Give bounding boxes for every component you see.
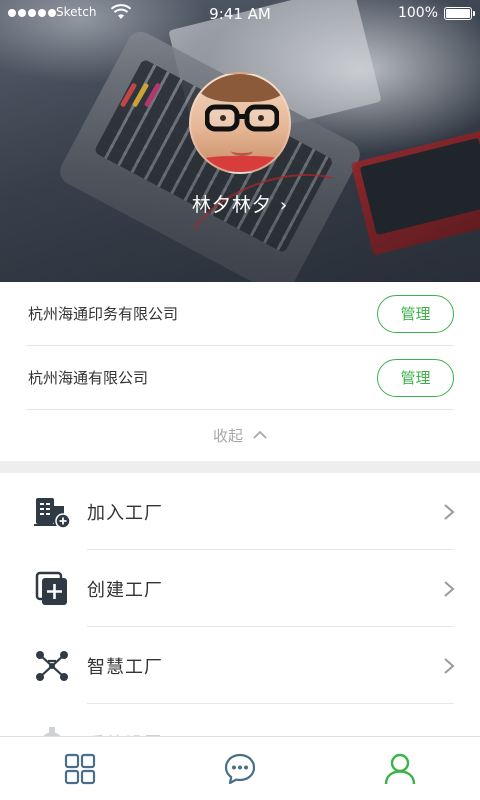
menu-item-label: 智慧工厂 [87,656,163,678]
join-factory-icon [34,497,70,529]
battery-percentage: 100% [397,5,438,21]
tab-profile[interactable] [320,737,480,800]
chevron-right-icon [444,503,455,520]
user-name: 林夕林夕 [191,194,272,216]
company-row: 杭州海通有限公司 管理 [26,346,454,410]
menu-item-create-factory[interactable]: 创建工厂 [0,550,480,627]
tab-messages[interactable] [160,737,320,800]
menu-item-join-factory[interactable]: 加入工厂 [0,473,480,550]
menu-item-smart-factory[interactable]: 智慧工厂 [0,627,480,704]
avatar[interactable] [189,72,291,174]
smart-factory-icon [36,650,68,681]
grid-icon [64,753,96,784]
tab-home[interactable] [0,737,160,800]
company-row: 杭州海通印务有限公司 管理 [26,282,454,346]
company-name: 杭州海通印务有限公司 [28,305,179,323]
chevron-up-icon [253,430,267,439]
tab-bar [0,736,480,800]
chevron-right-icon: › [279,195,289,216]
section-divider [0,461,480,473]
collapse-button[interactable]: 收起 [0,410,480,460]
menu-item-label: 创建工厂 [87,579,163,601]
company-list: 杭州海通印务有限公司 管理 杭州海通有限公司 管理 收起 [0,282,480,460]
collapse-label: 收起 [212,426,243,445]
manage-button[interactable]: 管理 [377,358,454,397]
status-bar: Sketch 9:41 AM 100% [0,0,480,28]
user-name-link[interactable]: 林夕林夕 › [0,190,480,217]
chevron-right-icon [444,580,455,597]
chat-icon [224,753,256,784]
create-factory-icon [35,571,67,605]
battery-icon [444,7,475,20]
menu-item-label: 加入工厂 [87,502,163,524]
user-icon [384,753,416,784]
menu-list: 加入工厂 创建工厂 智慧工厂 [0,473,480,781]
avatar-glasses [205,104,279,132]
chevron-right-icon [444,657,455,674]
company-name: 杭州海通有限公司 [28,369,149,387]
manage-button[interactable]: 管理 [377,294,454,333]
profile-header: Sketch 9:41 AM 100% 林夕林夕 › [0,0,480,282]
